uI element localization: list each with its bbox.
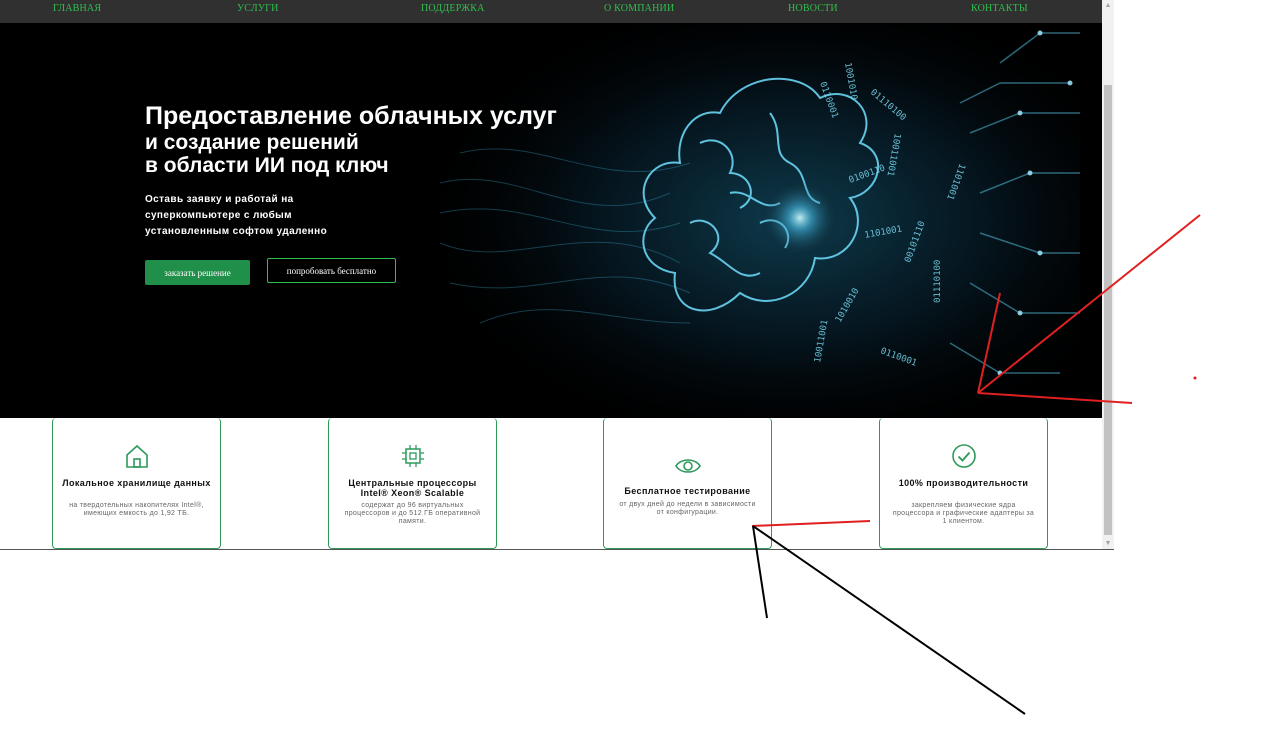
ai-brain-illustration: 0110001 1001010 01110100 10011001 010011… <box>440 23 1080 418</box>
feature-description: от двух дней до недели в зависимости от … <box>619 501 756 516</box>
nav-item-support[interactable]: ПОДДЕРЖКА <box>421 3 485 14</box>
viewport-bottom-border <box>0 549 1114 550</box>
feature-description: на твердотельных накопителях Intel®, име… <box>69 502 204 517</box>
try-free-button[interactable]: попробовать бесплатно <box>267 258 396 283</box>
hero-title-line: в области ИИ под ключ <box>145 154 389 177</box>
feature-card-cpu: Центральные процессоры Intel® Xeon® Scal… <box>328 418 497 549</box>
nav-item-home[interactable]: ГЛАВНАЯ <box>53 3 101 14</box>
hero-title-line: Предоставление облачных услуг <box>145 102 557 130</box>
feature-description: закрепляем физические ядра процессора и … <box>892 502 1035 525</box>
feature-card-performance: 100% производительности закрепляем физич… <box>879 418 1048 549</box>
order-solution-button[interactable]: заказать решение <box>145 260 250 285</box>
feature-title: Центральные процессоры Intel® Xeon® Scal… <box>348 478 477 498</box>
feature-card-storage: Локальное хранилище данных на твердотель… <box>52 418 221 549</box>
feature-card-testing: Бесплатное тестирование от двух дней до … <box>603 418 772 549</box>
binary-text: 01110100 <box>933 260 943 303</box>
red-annotation-dot <box>1193 376 1197 380</box>
black-annotation-arrow <box>752 525 1026 715</box>
feature-description: содержат до 96 виртуальных процессоров и… <box>344 502 481 525</box>
website-viewport: ГЛАВНАЯ УСЛУГИ ПОДДЕРЖКА О КОМПАНИИ НОВО… <box>0 0 1114 550</box>
feature-title: Бесплатное тестирование <box>624 486 751 496</box>
hero-subtitle: Оставь заявку и работай на суперкомпьюте… <box>145 194 328 237</box>
feature-title: 100% производительности <box>898 478 1029 488</box>
hero-banner: 0110001 1001010 01110100 10011001 010011… <box>0 23 1102 418</box>
scroll-up-arrow-icon[interactable]: ▲ <box>1102 0 1114 12</box>
feature-title: Локальное хранилище данных <box>62 478 211 488</box>
cpu-chip-icon <box>401 445 424 467</box>
check-circle-icon <box>951 444 976 468</box>
features-section: Локальное хранилище данных на твердотель… <box>0 418 1102 550</box>
nav-item-news[interactable]: НОВОСТИ <box>788 3 838 14</box>
nav-item-contacts[interactable]: КОНТАКТЫ <box>971 3 1028 14</box>
hero-title-line: и создание решений <box>145 131 359 154</box>
nav-item-about[interactable]: О КОМПАНИИ <box>604 3 674 14</box>
eye-icon <box>674 459 701 473</box>
scrollbar-thumb[interactable] <box>1104 85 1112 535</box>
vertical-scrollbar[interactable]: ▲ ▼ <box>1102 0 1114 550</box>
nav-item-services[interactable]: УСЛУГИ <box>237 3 279 14</box>
home-icon <box>125 444 148 468</box>
top-navigation: ГЛАВНАЯ УСЛУГИ ПОДДЕРЖКА О КОМПАНИИ НОВО… <box>0 0 1102 23</box>
hero-title: Предоставление облачных услуг и создание… <box>145 101 557 177</box>
